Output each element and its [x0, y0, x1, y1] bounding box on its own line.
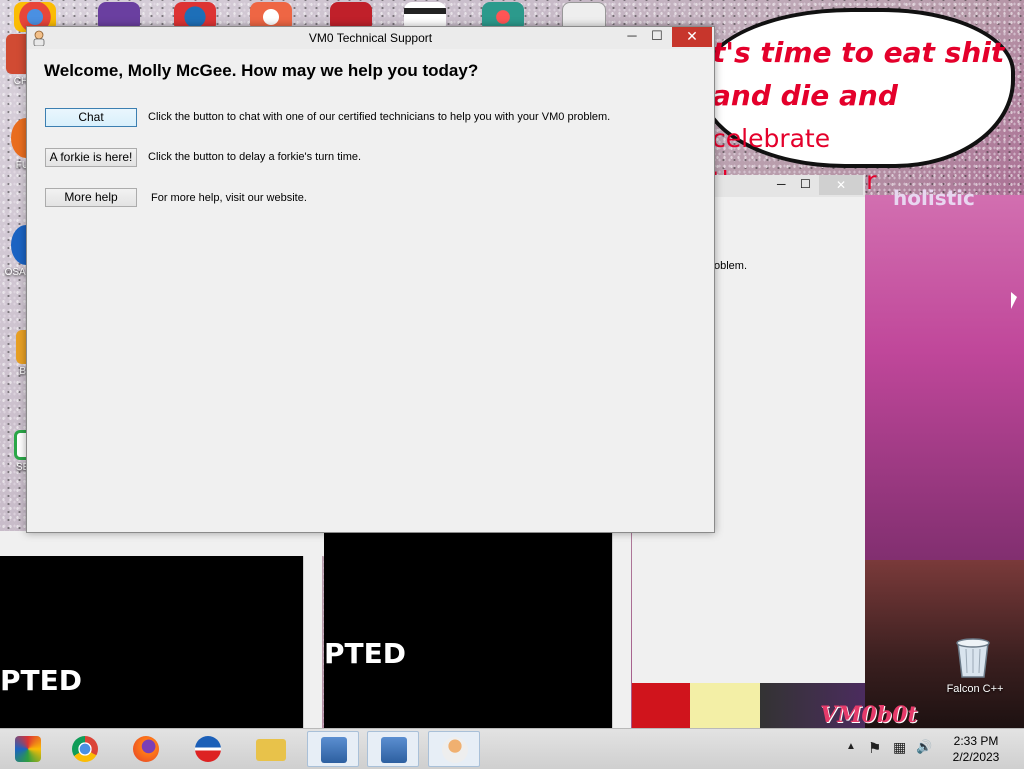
close-icon[interactable]: ✕: [819, 175, 863, 195]
chat-button[interactable]: Chat: [45, 108, 137, 127]
window-titlebar[interactable]: VM0 Technical Support ─ ☐ ✕: [27, 27, 714, 49]
recycle-bin-icon[interactable]: [952, 635, 994, 679]
firefox-icon: [133, 736, 159, 762]
clock-time: 2:33 PM: [953, 734, 999, 748]
scrollbar[interactable]: [303, 556, 322, 728]
close-button[interactable]: ✕: [672, 27, 712, 47]
scrollbar[interactable]: [612, 533, 631, 728]
forkie-button[interactable]: A forkie is here!: [45, 148, 137, 167]
background-window-text: oblem.: [714, 260, 748, 272]
background-window-caption: PTED: [324, 637, 406, 670]
forkie-description: Click the button to delay a forkie's tur…: [148, 151, 362, 163]
clock-date: 2/2/2023: [952, 750, 1000, 764]
background-window-strip: [0, 531, 324, 556]
minimize-icon[interactable]: ─: [777, 177, 786, 191]
volume-icon[interactable]: 🔊: [916, 739, 932, 755]
maximize-button[interactable]: ☐: [648, 27, 666, 47]
background-window-left[interactable]: PTED: [0, 556, 303, 728]
recycle-bin-label: Falcon C++: [946, 683, 1004, 695]
network-icon[interactable]: ▦: [893, 739, 906, 756]
wallpaper-pink-stage: [865, 195, 1024, 585]
taskbar-clock[interactable]: 2:33 PM 2/2/2023: [936, 733, 1016, 765]
rainbow-app-icon: [15, 736, 41, 762]
taskbar-firefox[interactable]: [120, 731, 172, 767]
bubble-line-2: and die and celebrate: [712, 79, 898, 153]
taskbar-setup-1[interactable]: [307, 731, 359, 767]
taskbar-tech-support[interactable]: [428, 731, 480, 767]
tray-chevron-icon[interactable]: ▲: [846, 741, 856, 752]
setup-installer-icon: [381, 737, 407, 763]
setup-installer-icon: [321, 737, 347, 763]
bubble-line-1: t's time to eat shit: [712, 36, 1005, 69]
taskbar: ▲ ⚑ ▦ 🔊 2:33 PM 2/2/2023: [0, 728, 1024, 769]
more-help-button[interactable]: More help: [45, 188, 137, 207]
background-window-caption: PTED: [0, 664, 82, 697]
tech-support-window[interactable]: VM0 Technical Support ─ ☐ ✕ Welcome, Mol…: [26, 26, 715, 533]
taskbar-file-explorer[interactable]: [245, 731, 297, 767]
wallpaper-watermark-bottom: VM0b0t: [820, 702, 918, 728]
minimize-button[interactable]: ─: [623, 27, 641, 47]
obama-logo-icon: [195, 736, 221, 762]
technician-icon: [442, 737, 468, 763]
background-window-middle[interactable]: PTED: [324, 533, 612, 728]
chat-description: Click the button to chat with one of our…: [148, 111, 611, 123]
action-center-flag-icon[interactable]: ⚑: [868, 739, 881, 757]
mouse-cursor: [1011, 292, 1017, 309]
folder-icon: [256, 739, 286, 761]
chrome-icon: [72, 736, 98, 762]
taskbar-setup-2[interactable]: [367, 731, 419, 767]
taskbar-rainbow-app[interactable]: [2, 731, 54, 767]
taskbar-obama-app[interactable]: [182, 731, 234, 767]
window-title: VM0 Technical Support: [308, 31, 433, 45]
taskbar-chrome[interactable]: [59, 731, 111, 767]
maximize-icon[interactable]: ☐: [800, 177, 811, 191]
welcome-heading: Welcome, Molly McGee. How may we help yo…: [44, 61, 479, 80]
more-help-description: For more help, visit our website.: [151, 192, 307, 204]
